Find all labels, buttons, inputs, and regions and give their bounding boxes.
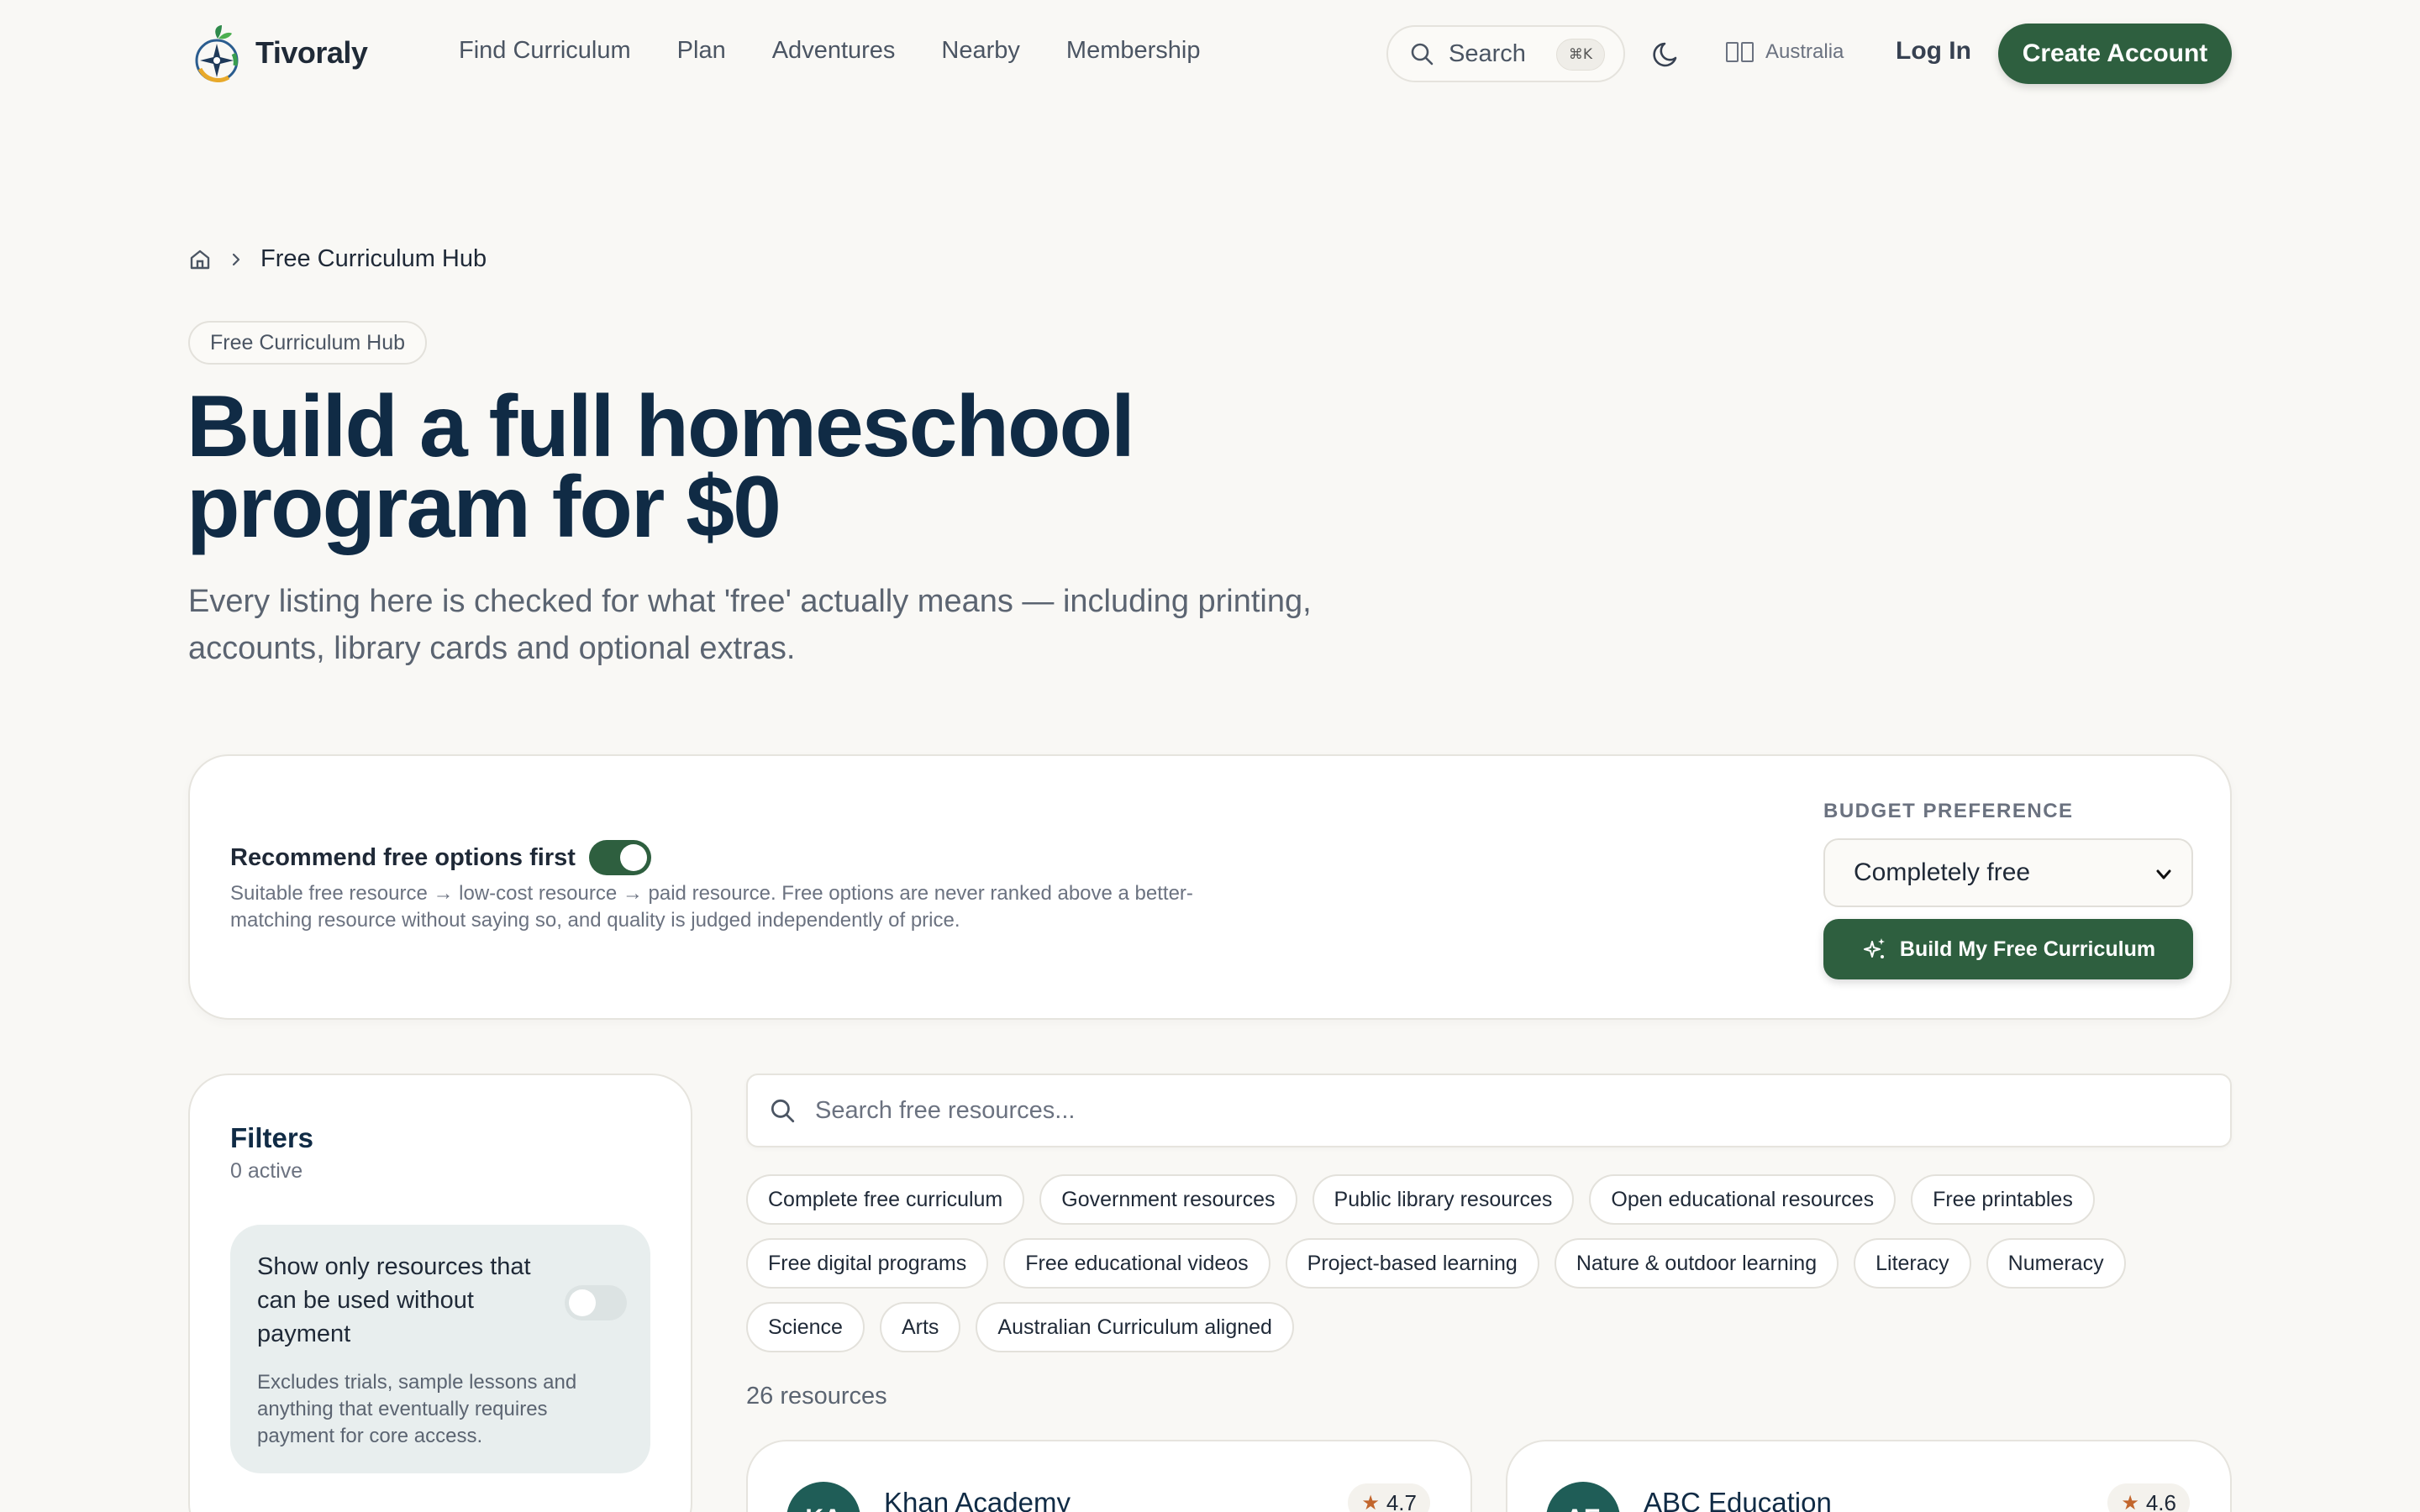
login-link[interactable]: Log In (1896, 37, 1971, 66)
nav-adventures[interactable]: Adventures (772, 37, 896, 65)
main-nav: Find Curriculum Plan Adventures Nearby M… (459, 37, 1200, 65)
rating-value: 4.6 (2145, 1489, 2176, 1512)
recommend-free-toggle[interactable] (588, 840, 651, 875)
search-icon (771, 1099, 795, 1123)
nav-nearby[interactable]: Nearby (941, 37, 1020, 65)
rating-badge: ★ 4.7 (1348, 1483, 1430, 1512)
chip-project-based-learning[interactable]: Project-based learning (1285, 1238, 1539, 1289)
chip-open-educational-resources[interactable]: Open educational resources (1589, 1174, 1897, 1225)
recommend-free-label: Recommend free options first (230, 843, 576, 871)
filters-active-count: 0 active (230, 1159, 303, 1183)
chip-complete-free-curriculum[interactable]: Complete free curriculum (746, 1174, 1025, 1225)
category-chips: Complete free curriculum Government reso… (746, 1174, 2242, 1352)
brand-name: Tivoraly (255, 35, 368, 70)
chip-science[interactable]: Science (746, 1302, 865, 1352)
chevron-right-icon (232, 253, 240, 265)
resource-name: ABC Education (1644, 1487, 1832, 1512)
breadcrumb: Free Curriculum Hub (188, 245, 487, 273)
star-icon: ★ (1361, 1491, 1380, 1512)
rating-badge: ★ 4.6 (2107, 1483, 2190, 1512)
search-shortcut-badge: ⌘K (1555, 39, 1605, 71)
budget-preference-select[interactable]: Completely free (1823, 838, 2193, 907)
chip-arts[interactable]: Arts (879, 1302, 961, 1352)
search-label: Search (1449, 39, 1526, 67)
compass-logo-icon (195, 25, 239, 82)
resource-card-khan-academy[interactable]: KA Khan Academy ★ 4.7 (746, 1440, 1472, 1512)
resource-search-field (746, 1074, 2232, 1147)
resource-avatar: AE (1546, 1482, 1620, 1512)
resource-avatar: KA (786, 1482, 860, 1512)
create-account-button[interactable]: Create Account (1998, 24, 2232, 84)
budget-selected-value: Completely free (1854, 858, 2031, 886)
nav-find-curriculum[interactable]: Find Curriculum (459, 37, 631, 65)
global-search-button[interactable]: Search ⌘K (1386, 25, 1625, 82)
resource-card-abc-education[interactable]: AE ABC Education ★ 4.6 (1506, 1440, 2232, 1512)
resource-name: Khan Academy (884, 1487, 1071, 1512)
moon-icon[interactable] (1650, 37, 1684, 71)
chip-numeracy[interactable]: Numeracy (1986, 1238, 2126, 1289)
filters-title: Filters (230, 1122, 314, 1153)
recommend-free-row: Recommend free options first (230, 840, 651, 875)
nav-plan[interactable]: Plan (677, 37, 726, 65)
free-only-toggle[interactable] (565, 1285, 627, 1320)
nav-membership[interactable]: Membership (1066, 37, 1201, 65)
sparkles-icon (1863, 938, 1885, 958)
page-title: Build a full homeschool program for $0 (187, 378, 1135, 556)
chip-government-resources[interactable]: Government resources (1039, 1174, 1297, 1225)
recommend-free-description: Suitable free resource → low-cost resour… (230, 882, 1193, 932)
resource-search-input[interactable] (815, 1096, 2160, 1125)
star-icon: ★ (2121, 1491, 2139, 1512)
free-only-filter: Show only resources that can be used wit… (230, 1225, 650, 1473)
flag-icon (1726, 42, 1754, 62)
free-only-description: Excludes trials, sample lessons and anyt… (257, 1371, 577, 1447)
region-selector[interactable]: Australia (1726, 40, 1844, 64)
build-free-curriculum-button[interactable]: Build My Free Curriculum (1823, 919, 2193, 979)
budget-preference-label: BUDGET PREFERENCE (1823, 800, 2074, 822)
chip-public-library-resources[interactable]: Public library resources (1312, 1174, 1575, 1225)
home-icon[interactable] (188, 248, 212, 271)
chip-free-digital-programs[interactable]: Free digital programs (746, 1238, 989, 1289)
resource-count: 26 resources (746, 1383, 887, 1410)
free-only-label: Show only resources that can be used wit… (257, 1253, 531, 1347)
region-label: Australia (1765, 40, 1844, 63)
chip-free-educational-videos[interactable]: Free educational videos (1003, 1238, 1270, 1289)
filters-panel: Filters 0 active Show only resources tha… (188, 1074, 692, 1512)
brand-logo[interactable]: Tivoraly (193, 24, 368, 82)
rating-value: 4.7 (1386, 1489, 1417, 1512)
chevron-down-icon (2156, 869, 2171, 879)
chip-free-printables[interactable]: Free printables (1911, 1174, 2095, 1225)
chip-australian-curriculum-aligned[interactable]: Australian Curriculum aligned (976, 1302, 1294, 1352)
budget-preference-card: Recommend free options first Suitable fr… (188, 754, 2232, 1020)
page-subtitle: Every listing here is checked for what '… (188, 584, 1312, 666)
build-button-label: Build My Free Curriculum (1899, 937, 2156, 961)
breadcrumb-current: Free Curriculum Hub (260, 245, 487, 272)
section-tag: Free Curriculum Hub (188, 321, 428, 365)
chip-nature-outdoor-learning[interactable]: Nature & outdoor learning (1554, 1238, 1839, 1289)
chip-literacy[interactable]: Literacy (1854, 1238, 1971, 1289)
search-icon (1411, 43, 1434, 66)
top-navigation-bar: Tivoraly Find Curriculum Plan Adventures… (0, 0, 2420, 108)
